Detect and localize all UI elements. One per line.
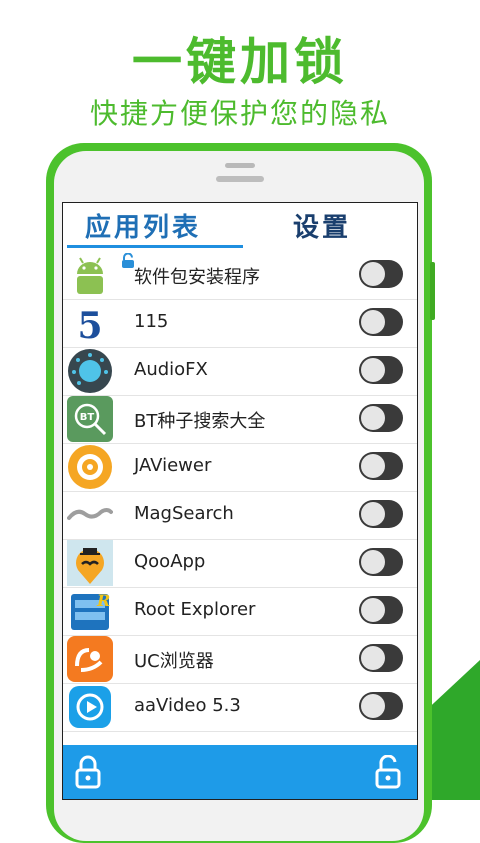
- toggle-knob: [361, 406, 385, 430]
- lock-toggle[interactable]: [359, 500, 403, 528]
- toggle-knob: [361, 358, 385, 382]
- qooapp-icon: [67, 540, 113, 586]
- toggle-knob: [361, 310, 385, 334]
- list-item[interactable]: MagSearch: [63, 491, 417, 540]
- promo-subline: 快捷方便保护您的隐私: [89, 97, 390, 130]
- list-item[interactable]: 软件包安装程序: [63, 251, 417, 300]
- list-item[interactable]: JAViewer: [63, 443, 417, 492]
- lock-toggle[interactable]: [359, 308, 403, 336]
- toggle-knob: [361, 550, 385, 574]
- toggle-knob: [361, 694, 385, 718]
- toggle-knob: [361, 646, 385, 670]
- lock-badge-icon: [122, 253, 134, 268]
- javiewer-icon: [68, 445, 112, 489]
- app-name: QooApp: [134, 551, 206, 572]
- root-explorer-icon: R: [71, 591, 110, 630]
- app-name: BT种子搜索大全: [134, 411, 266, 432]
- list-item[interactable]: 5 115: [63, 299, 417, 348]
- list-item[interactable]: QooApp: [63, 539, 417, 588]
- lock-toggle[interactable]: [359, 692, 403, 720]
- lock-all-icon[interactable]: [75, 755, 101, 789]
- phone-side-button: [430, 262, 435, 320]
- lock-toggle[interactable]: [359, 596, 403, 624]
- app-name: AudioFX: [134, 359, 208, 380]
- aavideo-icon: [69, 686, 111, 728]
- toggle-knob: [361, 502, 385, 526]
- bt-search-icon: BT: [67, 396, 113, 442]
- app-name: JAViewer: [134, 455, 212, 476]
- list-item[interactable]: AudioFX: [63, 347, 417, 396]
- tab-app-list[interactable]: 应用列表: [85, 207, 201, 244]
- promo-headline: 一键加锁: [132, 33, 348, 91]
- phone-speaker: [225, 163, 255, 168]
- lock-toggle[interactable]: [359, 644, 403, 672]
- lock-toggle[interactable]: [359, 404, 403, 432]
- toggle-knob: [361, 454, 385, 478]
- tab-bar: 应用列表 设置: [63, 203, 417, 249]
- list-item[interactable]: R Root Explorer: [63, 587, 417, 636]
- list-item[interactable]: UC浏览器: [63, 635, 417, 684]
- svg-text:BT: BT: [80, 412, 95, 423]
- uc-browser-icon: [67, 636, 113, 682]
- app-name: aaVideo 5.3: [134, 695, 241, 716]
- audiofx-icon: [68, 349, 112, 393]
- lock-toggle[interactable]: [359, 260, 403, 288]
- toggle-knob: [361, 598, 385, 622]
- toggle-knob: [361, 262, 385, 286]
- unlock-all-icon[interactable]: [375, 755, 401, 789]
- svg-text:5: 5: [77, 305, 102, 346]
- list-item[interactable]: BT BT种子搜索大全: [63, 395, 417, 444]
- app-name: UC浏览器: [134, 651, 214, 672]
- app-screen: 应用列表 设置 软件包安装程序 5 115 AudioFX BT BT种子搜索大…: [62, 202, 418, 800]
- app-name: 115: [134, 311, 169, 332]
- magsearch-icon: [67, 508, 113, 520]
- app-name: 软件包安装程序: [134, 267, 260, 288]
- lock-toggle[interactable]: [359, 452, 403, 480]
- tab-settings[interactable]: 设置: [293, 207, 351, 244]
- app-115-icon: 5: [77, 305, 102, 346]
- list-item[interactable]: aaVideo 5.3: [63, 683, 417, 732]
- phone-earpiece: [216, 176, 264, 182]
- app-name: MagSearch: [134, 503, 234, 524]
- lock-toggle[interactable]: [359, 548, 403, 576]
- svg-text:R: R: [96, 591, 110, 610]
- android-icon: [67, 252, 113, 298]
- app-name: Root Explorer: [134, 599, 256, 620]
- active-tab-indicator: [67, 245, 243, 248]
- lock-toggle[interactable]: [359, 356, 403, 384]
- bottom-action-bar: [63, 745, 417, 799]
